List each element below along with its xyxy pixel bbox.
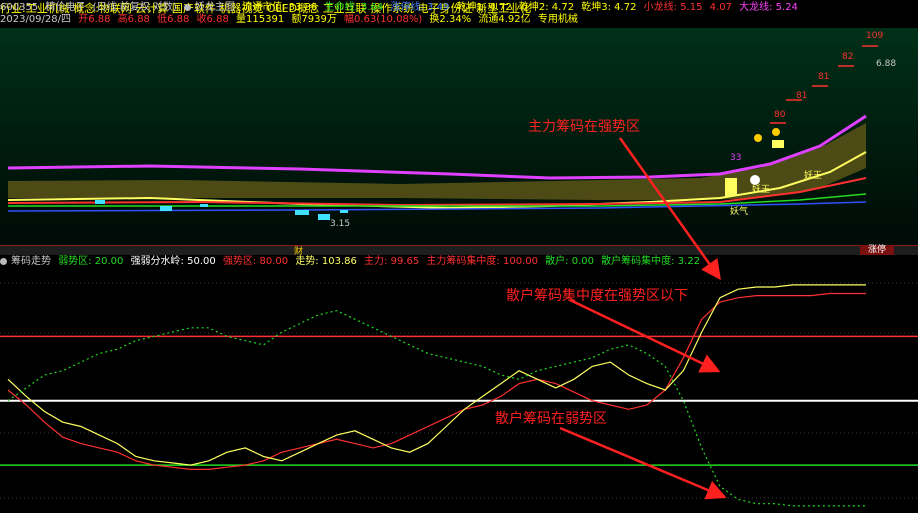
indicator-name[interactable]: 筹码走势: [11, 256, 51, 267]
strong-zone: 强势区: 80.00: [222, 256, 289, 267]
info-header: 600355 精伦电子 (日线 前复权 对数) 妖龙主图 流通市值: 33.86…: [0, 2, 802, 14]
quote-open: 开6.88: [78, 14, 111, 25]
price-label-2: 82: [842, 52, 853, 62]
quote-industry: 专用机械: [537, 14, 578, 25]
zt-badge: 涨停: [860, 245, 894, 255]
signal-icon: [750, 175, 760, 185]
life-line: 生命线: 3.64: [324, 2, 384, 13]
main-label[interactable]: 妖龙主图: [195, 2, 235, 13]
cumulative-line: 涨停线: 3.49: [390, 2, 450, 13]
float-value: 流通市值: 33.86: [242, 2, 318, 13]
price-label-5: 80: [774, 110, 786, 120]
trend-value: 走势: 103.86: [295, 256, 357, 267]
low-price: 3.15: [330, 219, 350, 229]
series-line-1: [7, 284, 866, 466]
series-line-0: [7, 292, 866, 470]
quote-low: 低6.88: [157, 14, 190, 25]
bottom-label: 妖气: [730, 205, 748, 217]
quote-float: 流通4.92亿: [478, 14, 531, 25]
annotation-main-strong: 主力筹码在强势区: [528, 119, 640, 135]
qk1: 乾坤1: 4.72: [456, 2, 512, 13]
candles-up: [725, 178, 737, 196]
price-label-4: 81: [796, 91, 807, 101]
money-bag-icon: [754, 134, 762, 142]
quote-change: 幅0.63(10.08%): [344, 14, 423, 25]
retail-value: 散户: 0.00: [545, 256, 594, 267]
stock-code[interactable]: 600355: [0, 2, 38, 13]
settings-dot-icon-2[interactable]: [0, 257, 7, 265]
divide-line: 强弱分水岭: 50.00: [130, 256, 216, 267]
quote-date: 2023/09/28/四: [0, 14, 72, 25]
mid-value: 4.07: [709, 2, 732, 13]
money-bag-icon-2: [772, 128, 780, 136]
weak-zone: 弱势区: 20.00: [58, 256, 124, 267]
quote-close: 收6.88: [196, 14, 229, 25]
stock-name[interactable]: 精伦电子: [45, 2, 85, 13]
series-lines: [7, 284, 866, 507]
indicator-header: 筹码走势 弱势区: 20.00 强弱分水岭: 50.00 强势区: 80.00 …: [0, 256, 704, 268]
small-dragon: 小龙线: 5.15: [643, 2, 703, 13]
quote-amount: 额7939万: [291, 14, 337, 25]
main-value: 主力: 99.65: [364, 256, 420, 267]
annotation-retail-conc: 散户筹码集中度在强势区以下: [506, 288, 688, 304]
main-conc: 主力筹码集中度: 100.00: [426, 256, 538, 267]
quote-header: 2023/09/28/四 开6.88 高6.88 低6.88 收6.88 量11…: [0, 14, 582, 26]
qk3: 乾坤3: 4.72: [581, 2, 637, 13]
indicator-chart[interactable]: [0, 268, 918, 513]
quote-volume: 量115391: [236, 14, 285, 25]
text-33: 33: [730, 153, 741, 163]
annotation-retail-weak: 散户筹码在弱势区: [495, 411, 607, 427]
series-line-2: [7, 309, 866, 507]
last-price: 6.88: [876, 59, 896, 69]
big-dragon: 大龙线: 5.24: [739, 2, 798, 13]
flag-icon: [772, 140, 784, 148]
price-label-1: 109: [866, 31, 883, 41]
settings-dot-icon[interactable]: [183, 3, 191, 11]
text-wang: 妖王: [804, 169, 822, 181]
price-label-3: 81: [818, 72, 829, 82]
quote-turnover: 换2.34%: [429, 14, 472, 25]
main-price-chart[interactable]: 109 82 81 81 80 6.88 3.15 妖气 妖王 妖王 33: [0, 28, 918, 245]
level-lines: [0, 335, 918, 466]
qk2: 乾坤2: 4.72: [518, 2, 575, 13]
chart-background: [0, 28, 918, 245]
period-label[interactable]: (日线 前复权 对数): [93, 2, 177, 13]
separator-bar: [0, 245, 918, 255]
quote-high: 高6.88: [117, 14, 150, 25]
retail-conc: 散户筹码集中度: 3.22: [601, 256, 700, 267]
